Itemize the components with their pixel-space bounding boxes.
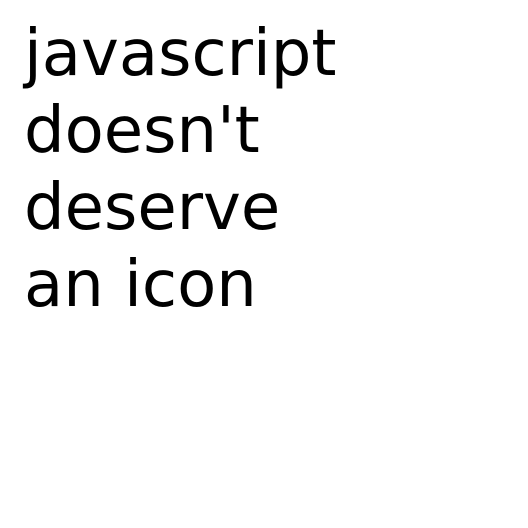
message-line-3: deserve [24,171,281,245]
page-canvas: javascript doesn't deserve an icon [0,0,528,528]
message-line-2: doesn't [24,94,260,168]
message-text: javascript doesn't deserve an icon [24,16,336,324]
message-line-4: an icon [24,248,257,322]
message-line-1: javascript [24,17,337,91]
